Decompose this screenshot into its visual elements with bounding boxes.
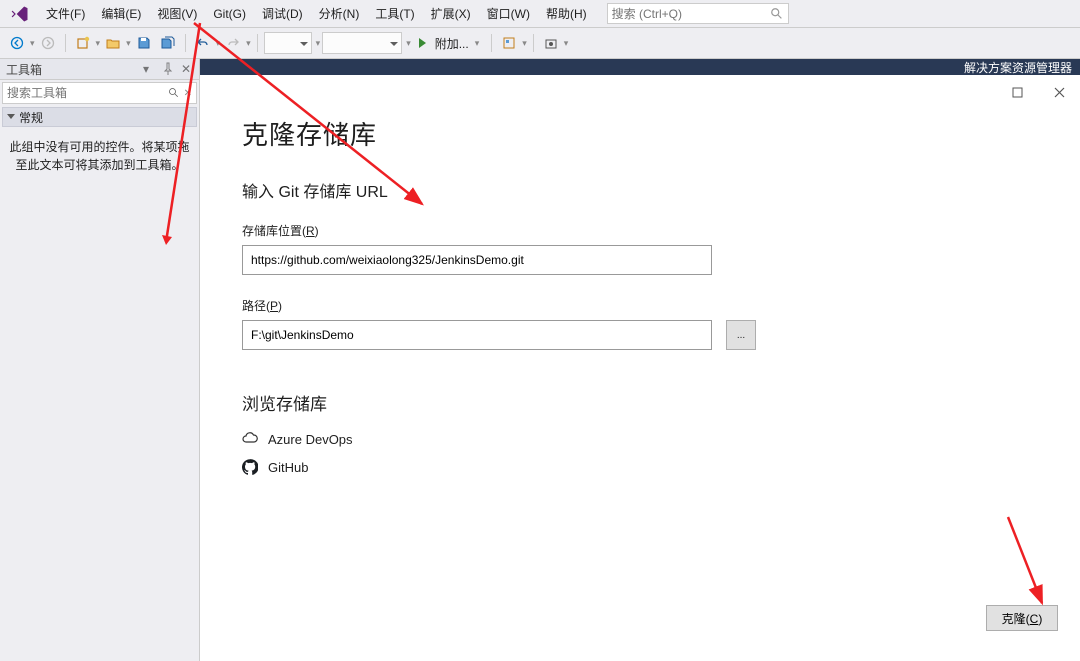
path-label: 路径(P) (242, 297, 1038, 314)
pin-icon[interactable] (161, 62, 175, 76)
nav-back-button[interactable] (6, 32, 28, 54)
platform-dropdown[interactable] (322, 32, 402, 54)
azure-devops-label: Azure DevOps (268, 432, 353, 447)
toolbox-empty-hint: 此组中没有可用的控件。将某项拖至此文本可将其添加到工具箱。 (0, 128, 199, 184)
cloud-icon (242, 431, 258, 447)
undo-button[interactable] (192, 32, 214, 54)
menu-debug[interactable]: 调试(D) (254, 1, 311, 26)
toolbox-search[interactable]: ✕ (2, 82, 197, 104)
search-icon (770, 7, 784, 21)
attach-label: 附加... (435, 35, 469, 52)
save-button[interactable] (133, 32, 155, 54)
repo-location-input[interactable] (242, 245, 712, 275)
solution-explorer-title: 解决方案资源管理器 (200, 59, 1080, 75)
menu-extensions[interactable]: 扩展(X) (423, 1, 479, 26)
redo-button[interactable] (222, 32, 244, 54)
start-attach-button[interactable]: 附加... ▾ (413, 32, 486, 54)
menu-analyze[interactable]: 分析(N) (311, 1, 368, 26)
github-icon (242, 459, 258, 475)
new-project-button[interactable] (72, 32, 94, 54)
close-icon[interactable]: ✕ (179, 62, 193, 76)
caret-down-icon (7, 114, 15, 123)
clone-panel: 克隆存储库 输入 Git 存储库 URL 存储库位置(R) 路径(P) ... … (200, 75, 1080, 661)
browse-repo-heading: 浏览存储库 (242, 390, 1038, 415)
close-icon[interactable]: ✕ (184, 88, 192, 99)
play-icon (419, 38, 431, 48)
toolbar-btn-a[interactable] (498, 32, 520, 54)
toolbox-search-input[interactable] (7, 86, 168, 100)
quick-search[interactable] (607, 3, 789, 24)
save-all-button[interactable] (157, 32, 179, 54)
page-subtitle: 输入 Git 存储库 URL (242, 178, 1038, 202)
menu-tools[interactable]: 工具(T) (367, 1, 422, 26)
quick-search-input[interactable] (612, 7, 770, 21)
toolbox-panel: 工具箱 ▾ ✕ ✕ 常规 此组中没有可用的控件。将某项拖至此文本可将其添加到工具… (0, 59, 200, 661)
browse-button[interactable]: ... (726, 320, 756, 350)
vs-logo-icon (8, 2, 32, 26)
menu-window[interactable]: 窗口(W) (479, 1, 538, 26)
search-icon (168, 87, 180, 99)
nav-fwd-button[interactable] (37, 32, 59, 54)
dropdown-icon[interactable]: ▾ (143, 62, 157, 76)
toolbar: ▾ ▾ ▾ ▾ ▾ ▾ ▾ 附加... ▾ ▾ ▾ (0, 28, 1080, 59)
page-title: 克隆存储库 (242, 115, 1038, 152)
repo-location-label: 存储库位置(R) (242, 222, 1038, 239)
path-input[interactable] (242, 320, 712, 350)
menubar: 文件(F) 编辑(E) 视图(V) Git(G) 调试(D) 分析(N) 工具(… (0, 0, 1080, 28)
menu-help[interactable]: 帮助(H) (538, 1, 595, 26)
toolbox-section-general[interactable]: 常规 (2, 107, 197, 127)
menu-view[interactable]: 视图(V) (149, 1, 205, 26)
menu-file[interactable]: 文件(F) (38, 1, 93, 26)
close-button[interactable] (1044, 81, 1074, 103)
section-label: 常规 (19, 109, 43, 126)
menu-git[interactable]: Git(G) (205, 3, 254, 25)
toolbox-header: 工具箱 ▾ ✕ (0, 59, 199, 80)
menu-edit[interactable]: 编辑(E) (93, 1, 149, 26)
config-dropdown[interactable] (264, 32, 312, 54)
github-link[interactable]: GitHub (242, 459, 1038, 475)
toolbox-title: 工具箱 (6, 61, 42, 78)
main-area: 解决方案资源管理器 克隆存储库 输入 Git 存储库 URL 存储库位置(R) … (200, 59, 1080, 661)
azure-devops-link[interactable]: Azure DevOps (242, 431, 1038, 447)
toolbar-btn-b[interactable] (540, 32, 562, 54)
open-file-button[interactable] (102, 32, 124, 54)
clone-button[interactable]: 克隆(C) (986, 605, 1058, 631)
github-label: GitHub (268, 460, 308, 475)
maximize-button[interactable] (1002, 81, 1032, 103)
